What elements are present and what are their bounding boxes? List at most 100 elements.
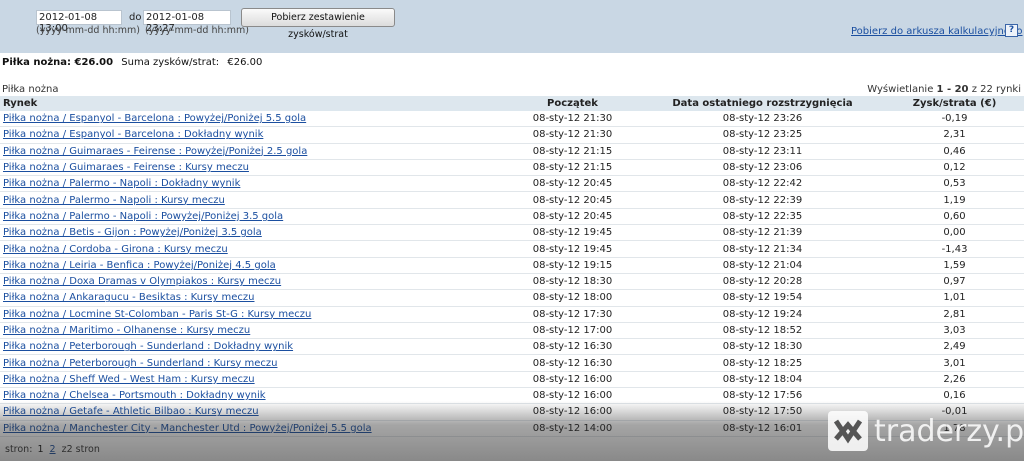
start-time-cell: 08-sty-12 21:30 bbox=[532, 113, 613, 125]
watermark-logo-icon bbox=[828, 411, 868, 451]
start-time-cell: 08-sty-12 21:15 bbox=[532, 145, 613, 157]
market-link-cell: Piłka nożna / Palermo - Napoli : Kursy m… bbox=[0, 195, 505, 206]
profit-loss-cell: -1,43 bbox=[941, 243, 968, 255]
market-link[interactable]: Piłka nożna / Manchester City - Manchest… bbox=[3, 423, 372, 434]
table-row: Piłka nożna / Peterborough - Sunderland … bbox=[0, 355, 1024, 372]
profit-loss-cell: 0,53 bbox=[943, 178, 966, 190]
date-to-input[interactable]: 2012-01-08 23:27 bbox=[143, 10, 231, 34]
market-link[interactable]: Piłka nożna / Cordoba - Girona : Kursy m… bbox=[3, 244, 228, 255]
market-link[interactable]: Piłka nożna / Peterborough - Sunderland … bbox=[3, 358, 277, 369]
page-2[interactable]: 2 bbox=[50, 444, 56, 455]
profit-loss-cell: 1,01 bbox=[943, 292, 966, 304]
market-link-cell: Piłka nożna / Chelsea - Portsmouth : Dok… bbox=[0, 390, 505, 401]
market-link-cell: Piłka nożna / Guimaraes - Feirense : Kur… bbox=[0, 162, 505, 173]
table-row: Piłka nożna / Betis - Gijon : Powyżej/Po… bbox=[0, 225, 1024, 242]
help-icon[interactable]: ? bbox=[1005, 24, 1018, 37]
settled-time-cell: 08-sty-12 23:06 bbox=[722, 162, 803, 174]
section-label: Piłka nożna bbox=[2, 84, 59, 95]
profit-loss-cell: 0,00 bbox=[943, 227, 966, 239]
market-link-cell: Piłka nożna / Sheff Wed - West Ham : Kur… bbox=[0, 374, 505, 385]
markets-table: Rynek Początek Data ostatniego rozstrzyg… bbox=[0, 96, 1024, 437]
settled-time-cell: 08-sty-12 21:34 bbox=[722, 243, 803, 255]
market-link[interactable]: Piłka nożna / Ankaragucu - Besiktas : Ku… bbox=[3, 292, 254, 303]
profit-loss-cell: 2,26 bbox=[943, 373, 966, 385]
date-to-format-hint: (yyyy-mm-dd hh:mm) bbox=[145, 25, 249, 36]
market-link[interactable]: Piłka nożna / Palermo - Napoli : Dokładn… bbox=[3, 178, 240, 189]
settled-time-cell: 08-sty-12 18:52 bbox=[722, 325, 803, 336]
market-link-cell: Piłka nożna / Peterborough - Sunderland … bbox=[0, 358, 505, 369]
table-row: Piłka nożna / Guimaraes - Feirense : Pow… bbox=[0, 144, 1024, 160]
market-link[interactable]: Piłka nożna / Espanyol - Barcelona : Dok… bbox=[3, 129, 263, 140]
header-profit-loss[interactable]: Zysk/strata (€) bbox=[885, 98, 1024, 109]
table-row: Piłka nożna / Maritimo - Olhanense : Kur… bbox=[0, 323, 1024, 340]
market-link[interactable]: Piłka nożna / Locmine St-Colomban - Pari… bbox=[3, 309, 311, 320]
market-link[interactable]: Piłka nożna / Espanyol - Barcelona : Pow… bbox=[3, 113, 306, 124]
market-link-cell: Piłka nożna / Maritimo - Olhanense : Kur… bbox=[0, 325, 505, 336]
settled-time-cell: 08-sty-12 23:26 bbox=[722, 113, 803, 125]
market-link[interactable]: Piłka nożna / Sheff Wed - West Ham : Kur… bbox=[3, 374, 255, 385]
market-link[interactable]: Piłka nożna / Getafe - Athletic Bilbao :… bbox=[3, 406, 259, 417]
header-market[interactable]: Rynek bbox=[0, 98, 505, 109]
settled-time-cell: 08-sty-12 22:42 bbox=[722, 178, 803, 190]
market-link[interactable]: Piłka nożna / Peterborough - Sunderland … bbox=[3, 341, 293, 352]
table-row: Piłka nożna / Sheff Wed - West Ham : Kur… bbox=[0, 372, 1024, 389]
sport-total: Piłka nożna: €26.00 bbox=[2, 57, 114, 68]
market-link-cell: Piłka nożna / Locmine St-Colomban - Pari… bbox=[0, 309, 505, 320]
profit-loss-cell: 0,46 bbox=[943, 145, 966, 157]
pager-suffix: z2 stron bbox=[61, 444, 100, 455]
settled-time-cell: 08-sty-12 22:35 bbox=[722, 210, 803, 222]
start-time-cell: 08-sty-12 16:00 bbox=[532, 373, 613, 385]
table-row: Piłka nożna / Peterborough - Sunderland … bbox=[0, 339, 1024, 356]
header-start[interactable]: Początek bbox=[505, 98, 640, 109]
market-link[interactable]: Piłka nożna / Betis - Gijon : Powyżej/Po… bbox=[3, 227, 262, 238]
market-link[interactable]: Piłka nożna / Maritimo - Olhanense : Kur… bbox=[3, 325, 250, 336]
get-pl-statement-button[interactable]: Pobierz zestawienie zysków/strat bbox=[241, 8, 395, 40]
settled-time-cell: 08-sty-12 22:39 bbox=[722, 194, 803, 206]
start-time-cell: 08-sty-12 21:15 bbox=[532, 162, 613, 174]
market-link[interactable]: Piłka nożna / Doxa Dramas v Olympiakos :… bbox=[3, 276, 281, 287]
table-row: Piłka nożna / Palermo - Napoli : Kursy m… bbox=[0, 192, 1024, 209]
start-time-cell: 08-sty-12 16:00 bbox=[532, 406, 613, 418]
market-link[interactable]: Piłka nożna / Guimaraes - Feirense : Kur… bbox=[3, 162, 249, 173]
table-row: Piłka nożna / Leiria - Benfica : Powyżej… bbox=[0, 258, 1024, 274]
profit-loss-cell: 3,03 bbox=[943, 325, 966, 336]
settled-time-cell: 08-sty-12 19:54 bbox=[722, 292, 803, 304]
page-1[interactable]: 1 bbox=[37, 444, 43, 455]
start-time-cell: 08-sty-12 20:45 bbox=[532, 178, 613, 190]
download-spreadsheet-link[interactable]: Pobierz do arkusza kalkulacyjnego bbox=[851, 26, 1022, 37]
start-time-cell: 08-sty-12 19:45 bbox=[532, 227, 613, 239]
market-link[interactable]: Piłka nożna / Palermo - Napoli : Kursy m… bbox=[3, 195, 225, 206]
sum-label: Suma zysków/strat: bbox=[121, 57, 220, 68]
start-time-cell: 08-sty-12 19:15 bbox=[532, 259, 613, 271]
table-row: Piłka nożna / Espanyol - Barcelona : Pow… bbox=[0, 111, 1024, 128]
profit-loss-cell: 1,19 bbox=[943, 194, 966, 206]
market-link-cell: Piłka nożna / Ankaragucu - Besiktas : Ku… bbox=[0, 292, 505, 303]
sum-value: €26.00 bbox=[227, 57, 263, 68]
header-settled[interactable]: Data ostatniego rozstrzygnięcia bbox=[640, 98, 885, 109]
market-link-cell: Piłka nożna / Doxa Dramas v Olympiakos :… bbox=[0, 276, 505, 287]
showing-count: Wyświetlanie 1 - 20 z 22 rynki bbox=[867, 84, 1021, 95]
start-time-cell: 08-sty-12 16:00 bbox=[532, 390, 613, 402]
market-link[interactable]: Piłka nożna / Palermo - Napoli : Powyżej… bbox=[3, 211, 283, 222]
start-time-cell: 08-sty-12 16:30 bbox=[532, 341, 613, 353]
market-link-cell: Piłka nożna / Guimaraes - Feirense : Pow… bbox=[0, 146, 505, 157]
start-time-cell: 08-sty-12 18:00 bbox=[532, 292, 613, 304]
watermark: traderzy.pl bbox=[826, 409, 1024, 453]
table-row: Piłka nożna / Guimaraes - Feirense : Kur… bbox=[0, 160, 1024, 177]
table-header: Rynek Początek Data ostatniego rozstrzyg… bbox=[0, 96, 1024, 111]
profit-loss-cell: 0,12 bbox=[943, 162, 966, 174]
table-row: Piłka nożna / Chelsea - Portsmouth : Dok… bbox=[0, 388, 1024, 405]
market-link[interactable]: Piłka nożna / Guimaraes - Feirense : Pow… bbox=[3, 146, 307, 157]
settled-time-cell: 08-sty-12 18:30 bbox=[722, 341, 803, 353]
date-from-input[interactable]: 2012-01-08 13:00 bbox=[36, 10, 122, 34]
market-link[interactable]: Piłka nożna / Chelsea - Portsmouth : Dok… bbox=[3, 390, 266, 401]
filter-bar: 2012-01-08 13:00 do 2012-01-08 23:27 (yy… bbox=[0, 0, 1024, 53]
market-link-cell: Piłka nożna / Cordoba - Girona : Kursy m… bbox=[0, 244, 505, 255]
market-link-cell: Piłka nożna / Manchester City - Manchest… bbox=[0, 423, 505, 434]
market-link[interactable]: Piłka nożna / Leiria - Benfica : Powyżej… bbox=[3, 260, 276, 271]
profit-loss-cell: 2,49 bbox=[943, 341, 966, 353]
start-time-cell: 08-sty-12 18:30 bbox=[532, 276, 613, 288]
market-link-cell: Piłka nożna / Peterborough - Sunderland … bbox=[0, 341, 505, 352]
start-time-cell: 08-sty-12 17:30 bbox=[532, 308, 613, 320]
start-time-cell: 08-sty-12 20:45 bbox=[532, 194, 613, 206]
